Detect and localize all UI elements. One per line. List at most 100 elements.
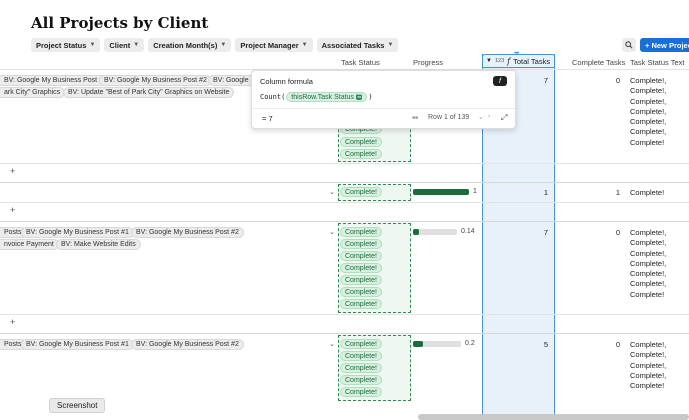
status-chip: Complete! — [340, 287, 382, 297]
filter-label: Associated Tasks — [321, 40, 385, 50]
filter-creation-month[interactable]: Creation Month(s) ▼ — [148, 38, 232, 52]
task-chip[interactable]: BV: Google My Business Post #2 — [99, 75, 212, 86]
status-text-line: Complete! — [630, 381, 665, 391]
complete-tasks-value: 0 — [615, 76, 620, 85]
filter-client[interactable]: Client ▼ — [104, 38, 145, 52]
tooltip: Screenshot — [49, 398, 106, 413]
plus-icon[interactable]: + — [10, 205, 15, 215]
progress-value: 1 — [473, 188, 477, 195]
row-icon: ■■ — [412, 115, 419, 121]
complete-tasks-value: 0 — [615, 340, 620, 349]
formula-result: = 7 — [262, 114, 273, 123]
status-text-line: Complete!, — [630, 117, 667, 127]
column-formula-popup: Column formula f Count( thisRow.Task Sta… — [251, 70, 516, 129]
filter-associated-tasks[interactable]: Associated Tasks ▼ — [316, 38, 399, 52]
filter-label: Client — [109, 40, 131, 50]
total-tasks-value: 7 — [543, 76, 548, 85]
column-header-label: Total Tasks — [513, 56, 551, 66]
task-chip[interactable]: BV: Google My Business Post #1 — [0, 75, 112, 86]
status-text-line: Complete!, — [630, 370, 667, 380]
expand-icon[interactable]: ⤢ — [501, 113, 507, 123]
task-chip[interactable]: BV: Make Website Edits — [56, 239, 141, 250]
progress-fill — [413, 229, 420, 235]
group-divider — [0, 333, 689, 334]
progress-bar — [413, 189, 469, 195]
formula-editor[interactable]: Count( thisRow.Task Status ☰ ) — [260, 92, 373, 102]
plus-icon[interactable]: + — [10, 166, 15, 176]
status-text-line: Complete!, — [630, 96, 667, 106]
chevron-down-icon: ▼ — [301, 42, 308, 48]
number-type-icon: 123 — [494, 58, 505, 64]
status-chip: Complete! — [340, 299, 382, 309]
progress-fill — [413, 189, 469, 195]
column-header-total-tasks[interactable]: ▼ 123 f Total Tasks — [482, 54, 555, 68]
filter-bar: Project Status ▼ Client ▼ Creation Month(s… — [31, 38, 399, 52]
total-tasks-value: 1 — [543, 188, 548, 197]
group-divider — [0, 182, 689, 183]
status-text-line: Complete!, — [630, 228, 667, 237]
chevron-down-icon[interactable]: ⌄ — [329, 188, 335, 196]
status-text-line: Complete!, — [630, 340, 667, 349]
task-chip[interactable]: BV: Google My Business Post #2 — [131, 227, 244, 238]
page-title: All Projects by Client — [31, 14, 209, 32]
total-tasks-value: 5 — [543, 340, 548, 349]
task-chip[interactable]: BV: Update "Best of Park City" Graphics … — [63, 87, 235, 98]
formula-close-paren: ) — [368, 93, 373, 101]
progress-bar — [413, 341, 461, 347]
task-chip[interactable]: nvoice Payment — [0, 239, 59, 250]
filter-project-status[interactable]: Project Status ▼ — [31, 38, 101, 52]
status-chip: Complete! — [340, 263, 382, 273]
filter-label: Project Status — [36, 40, 87, 50]
status-chip: Complete! — [340, 339, 382, 349]
horizontal-scrollbar[interactable] — [418, 414, 689, 420]
formula-reference-label: thisRow.Task Status — [291, 93, 354, 101]
status-text-line: Complete!, — [630, 269, 667, 279]
status-chip: Complete! — [340, 351, 382, 361]
column-header-progress[interactable]: Progress — [413, 58, 443, 67]
chevron-down-icon: ▼ — [387, 42, 394, 48]
column-header-task-status-text[interactable]: Task Status Text — [630, 58, 684, 67]
status-chip: Complete! — [340, 251, 382, 261]
status-text-line: Complete!, — [630, 106, 667, 116]
row-indicator: Row 1 of 139 — [428, 114, 470, 121]
status-text-line: Complete!, — [630, 350, 667, 360]
status-text-line: Complete!, — [630, 279, 667, 289]
formula-icon[interactable]: f — [493, 76, 507, 86]
chevron-down-icon: ▼ — [486, 58, 492, 64]
popup-divider — [252, 108, 515, 109]
progress-fill — [413, 341, 423, 347]
complete-tasks-value: 0 — [615, 228, 620, 237]
new-project-button[interactable]: + New Project — [640, 38, 689, 52]
chevron-down-icon[interactable]: ⌄ — [329, 228, 335, 236]
status-text-line: Complete!, — [630, 127, 667, 137]
task-status-text-cell: Complete!, Complete!, Complete!, Complet… — [630, 340, 666, 391]
status-text-line: Complete!, — [630, 238, 667, 248]
formula-reference-chip[interactable]: thisRow.Task Status ☰ — [286, 92, 368, 102]
group-divider — [0, 221, 689, 222]
chevron-down-icon[interactable]: ⌄ — [478, 113, 484, 121]
chevron-down-icon: ▼ — [220, 42, 227, 48]
chevron-down-icon[interactable]: ⌄ — [329, 340, 335, 348]
search-button[interactable] — [622, 38, 636, 52]
status-text-line: Complete! — [630, 188, 665, 197]
progress-bar — [413, 229, 457, 235]
status-text-line: Complete!, — [630, 258, 667, 268]
task-status-text-cell: Complete!, Complete!, Complete!, Complet… — [630, 76, 666, 148]
column-header-task-status[interactable]: Task Status — [341, 58, 380, 67]
task-chip[interactable]: ark City" Graphics — [0, 87, 66, 98]
column-header-complete-tasks[interactable]: Complete Tasks — [572, 58, 625, 67]
task-status-text-cell: Complete!, Complete!, Complete!, Complet… — [630, 228, 666, 300]
row-divider — [0, 314, 689, 315]
chevron-right-icon[interactable]: › — [488, 113, 490, 120]
task-chip[interactable]: BV: Google My Business Post #2 — [131, 339, 244, 350]
formula-function: Count( — [260, 93, 286, 101]
formula-icon: f — [507, 56, 511, 66]
reference-type-icon: ☰ — [355, 94, 363, 100]
status-text-line: Complete!, — [630, 360, 667, 370]
task-chip[interactable]: BV: Google My Business Post #1 — [21, 339, 134, 350]
status-chip: Complete! — [340, 137, 382, 147]
task-chip[interactable]: BV: Google My Business Post #1 — [21, 227, 134, 238]
progress-value: 0.14 — [461, 228, 475, 235]
plus-icon[interactable]: + — [10, 317, 15, 327]
filter-project-manager[interactable]: Project Manager ▼ — [235, 38, 313, 52]
